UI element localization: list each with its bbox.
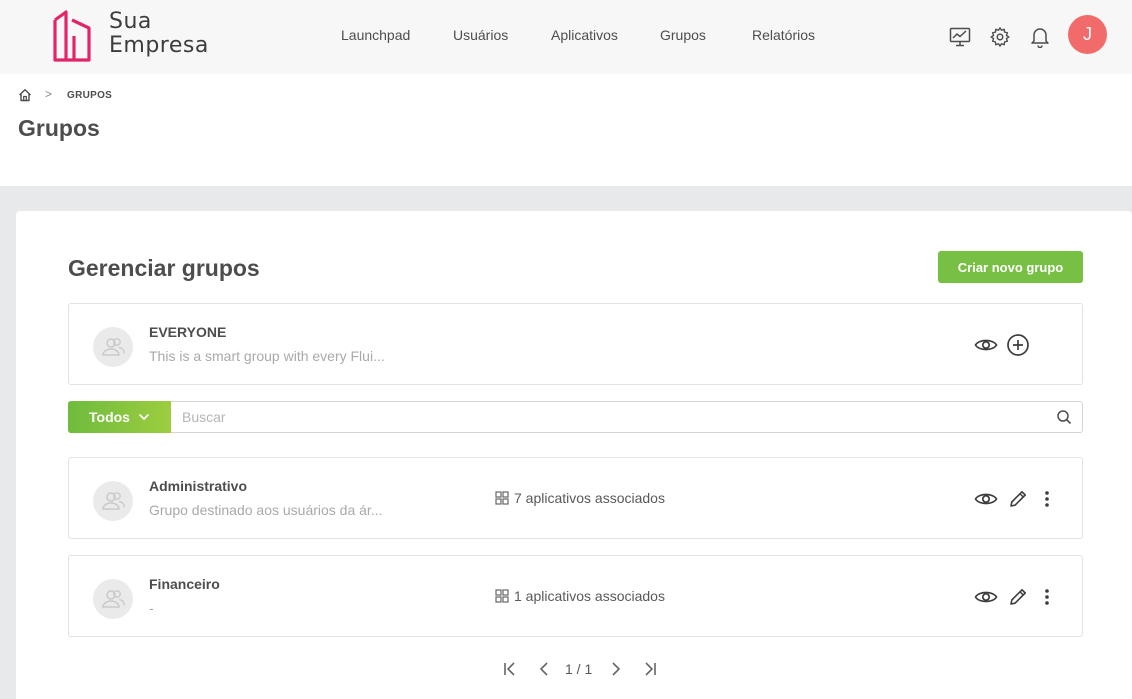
group-avatar-icon (93, 481, 133, 521)
group-description: Grupo destinado aos usuários da ár... (149, 502, 383, 518)
breadcrumb-current: GRUPOS (67, 90, 113, 101)
pagination: 1 / 1 (16, 659, 1132, 679)
nav-relatorios[interactable]: Relatórios (752, 27, 815, 43)
first-page-icon[interactable] (500, 659, 520, 679)
user-avatar[interactable]: J (1068, 15, 1107, 54)
gear-icon[interactable] (987, 24, 1013, 50)
group-description: - (149, 600, 154, 616)
group-row[interactable]: Financeiro - 1 aplicativos associados (68, 555, 1083, 637)
nav-aplicativos[interactable]: Aplicativos (551, 27, 618, 43)
search-input[interactable] (172, 402, 1042, 432)
more-options-icon[interactable] (1034, 584, 1060, 610)
search-filter-bar: Todos (68, 401, 1083, 433)
group-row[interactable]: Administrativo Grupo destinado aos usuár… (68, 457, 1083, 539)
group-apps-count: 7 aplicativos associados (495, 490, 665, 506)
card-title: Gerenciar grupos (68, 255, 260, 281)
view-eye-icon[interactable] (973, 332, 999, 358)
group-name: EVERYONE (149, 324, 227, 340)
last-page-icon[interactable] (640, 659, 660, 679)
next-page-icon[interactable] (606, 659, 626, 679)
top-navigation-bar: Sua Empresa Launchpad Usuários Aplicativ… (0, 0, 1132, 74)
home-icon[interactable] (18, 88, 32, 107)
filter-dropdown-label: Todos (89, 409, 130, 425)
group-apps-label: 1 aplicativos associados (514, 588, 665, 604)
edit-pencil-icon[interactable] (1005, 486, 1031, 512)
page-header: > GRUPOS Grupos (0, 74, 1132, 186)
apps-grid-icon (495, 589, 509, 603)
breadcrumb-separator-icon: > (45, 87, 53, 101)
group-name: Administrativo (149, 478, 248, 494)
create-group-button[interactable]: Criar novo grupo (938, 251, 1083, 283)
add-circle-icon[interactable] (1005, 332, 1031, 358)
search-icon[interactable] (1056, 409, 1072, 430)
filter-dropdown[interactable]: Todos (68, 401, 171, 433)
chevron-down-icon (138, 413, 150, 421)
apps-grid-icon (495, 491, 509, 505)
nav-launchpad[interactable]: Launchpad (341, 27, 410, 43)
view-eye-icon[interactable] (973, 486, 999, 512)
nav-usuarios[interactable]: Usuários (453, 27, 508, 43)
group-name: Financeiro (149, 576, 220, 592)
previous-page-icon[interactable] (534, 659, 554, 679)
group-avatar-icon (93, 579, 133, 619)
edit-pencil-icon[interactable] (1005, 584, 1031, 610)
monitor-chart-icon[interactable] (947, 24, 973, 50)
page-title: Grupos (18, 115, 100, 141)
bell-icon[interactable] (1027, 24, 1053, 50)
group-apps-label: 7 aplicativos associados (514, 490, 665, 506)
more-options-icon[interactable] (1034, 486, 1060, 512)
view-eye-icon[interactable] (973, 584, 999, 610)
groups-card: Gerenciar grupos Criar novo grupo EVERYO… (16, 211, 1132, 699)
group-apps-count: 1 aplicativos associados (495, 588, 665, 604)
nav-grupos[interactable]: Grupos (660, 27, 706, 43)
page-indicator: 1 / 1 (565, 661, 593, 677)
everyone-group-row: EVERYONE This is a smart group with ever… (68, 303, 1083, 385)
group-avatar-icon (93, 327, 133, 367)
group-description: This is a smart group with every Flui... (149, 348, 385, 364)
